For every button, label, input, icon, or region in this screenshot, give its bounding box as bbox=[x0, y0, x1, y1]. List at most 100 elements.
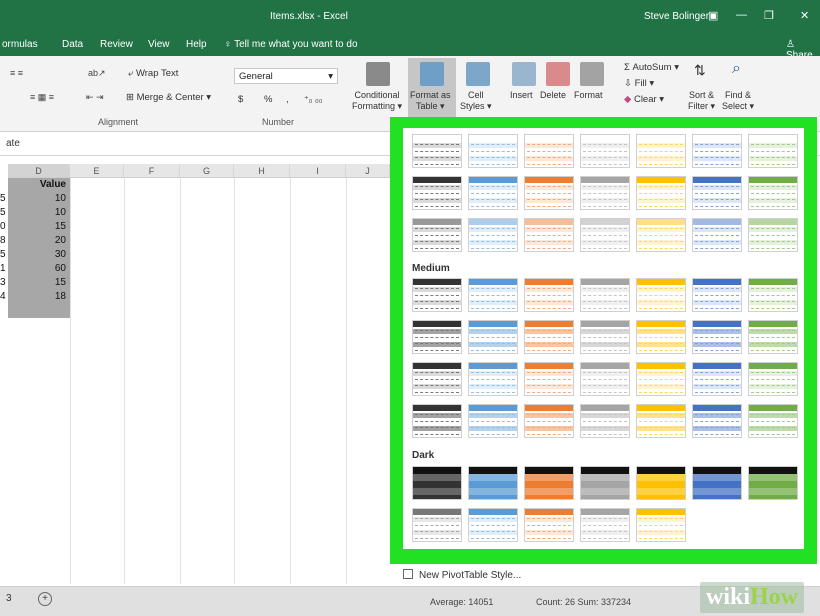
table-style-swatch[interactable] bbox=[748, 320, 798, 354]
table-style-swatch[interactable] bbox=[692, 320, 742, 354]
table-style-swatch[interactable] bbox=[580, 278, 630, 312]
currency-button[interactable]: $ bbox=[238, 94, 243, 105]
table-style-swatch[interactable] bbox=[636, 466, 686, 500]
column-header-j[interactable]: J bbox=[346, 164, 390, 178]
tab-help[interactable]: Help bbox=[186, 39, 207, 50]
table-style-swatch[interactable] bbox=[748, 218, 798, 252]
format-as-table-icon[interactable] bbox=[420, 62, 444, 86]
percent-button[interactable]: % bbox=[264, 94, 272, 105]
number-format-select[interactable]: General ▾ bbox=[234, 68, 338, 84]
table-style-swatch[interactable] bbox=[580, 218, 630, 252]
table-style-swatch[interactable] bbox=[412, 508, 462, 542]
table-style-swatch[interactable] bbox=[580, 320, 630, 354]
table-style-swatch[interactable] bbox=[692, 362, 742, 396]
table-style-swatch[interactable] bbox=[580, 508, 630, 542]
table-header-cell[interactable]: Value bbox=[8, 178, 70, 192]
table-style-swatch[interactable] bbox=[524, 362, 574, 396]
table-style-swatch[interactable] bbox=[748, 466, 798, 500]
decimal-icon[interactable]: ⁺₀ ₀₀ bbox=[304, 94, 322, 105]
table-style-swatch[interactable] bbox=[412, 404, 462, 438]
autosum-button[interactable]: Σ AutoSum ▾ bbox=[624, 62, 679, 73]
table-style-swatch[interactable] bbox=[636, 362, 686, 396]
table-style-swatch[interactable] bbox=[692, 176, 742, 210]
clear-button[interactable]: ◆ Clear ▾ bbox=[624, 94, 664, 105]
sheet-tab[interactable]: 3 bbox=[6, 593, 12, 604]
table-style-swatch[interactable] bbox=[692, 218, 742, 252]
table-style-swatch[interactable] bbox=[524, 134, 574, 168]
table-style-swatch[interactable] bbox=[468, 278, 518, 312]
table-style-swatch[interactable] bbox=[524, 320, 574, 354]
value-cell[interactable]: 18 bbox=[8, 290, 70, 304]
tab-data[interactable]: Data bbox=[62, 39, 83, 50]
table-style-swatch[interactable] bbox=[412, 466, 462, 500]
table-style-swatch[interactable] bbox=[468, 508, 518, 542]
table-style-swatch[interactable] bbox=[524, 508, 574, 542]
cell-styles-button[interactable]: Cell Styles ▾ bbox=[460, 90, 492, 112]
value-cell[interactable]: 20 bbox=[8, 234, 70, 248]
table-style-swatch[interactable] bbox=[580, 176, 630, 210]
table-style-swatch[interactable] bbox=[580, 466, 630, 500]
wrap-text-button[interactable]: ⤶ Wrap Text bbox=[128, 68, 178, 79]
table-style-swatch[interactable] bbox=[468, 404, 518, 438]
new-pivot-style-item[interactable]: New PivotTable Style... bbox=[403, 569, 623, 587]
table-style-swatch[interactable] bbox=[412, 134, 462, 168]
search-icon[interactable]: ⌕ bbox=[732, 60, 741, 78]
sort-filter-button[interactable]: Sort & Filter ▾ bbox=[688, 90, 715, 112]
table-style-swatch[interactable] bbox=[412, 320, 462, 354]
column-header-h[interactable]: H bbox=[234, 164, 290, 178]
table-style-swatch[interactable] bbox=[412, 278, 462, 312]
ribbon-display-icon[interactable]: ▣ bbox=[708, 9, 718, 22]
value-cell[interactable]: 60 bbox=[8, 262, 70, 276]
table-style-swatch[interactable] bbox=[636, 278, 686, 312]
table-style-swatch[interactable] bbox=[468, 134, 518, 168]
table-style-swatch[interactable] bbox=[412, 362, 462, 396]
insert-cells-icon[interactable] bbox=[512, 62, 536, 86]
conditional-formatting-icon[interactable] bbox=[366, 62, 390, 86]
value-cell[interactable]: 30 bbox=[8, 248, 70, 262]
tell-me-search[interactable]: ♀ Tell me what you want to do bbox=[224, 39, 358, 50]
table-style-swatch[interactable] bbox=[524, 176, 574, 210]
table-style-swatch[interactable] bbox=[748, 134, 798, 168]
value-cell[interactable]: 15 bbox=[8, 276, 70, 290]
restore-icon[interactable]: ❐ bbox=[764, 9, 774, 22]
table-style-swatch[interactable] bbox=[748, 404, 798, 438]
table-style-swatch[interactable] bbox=[468, 176, 518, 210]
column-header-e[interactable]: E bbox=[70, 164, 124, 178]
table-style-swatch[interactable] bbox=[580, 404, 630, 438]
insert-button[interactable]: Insert bbox=[510, 90, 533, 101]
table-style-swatch[interactable] bbox=[692, 466, 742, 500]
table-style-swatch[interactable] bbox=[636, 404, 686, 438]
tab-view[interactable]: View bbox=[148, 39, 170, 50]
column-header-i[interactable]: I bbox=[290, 164, 346, 178]
tab-formulas[interactable]: ormulas bbox=[2, 39, 38, 50]
user-name[interactable]: Steve Bolinger bbox=[644, 11, 709, 22]
table-style-swatch[interactable] bbox=[748, 176, 798, 210]
format-cells-icon[interactable] bbox=[580, 62, 604, 86]
table-style-swatch[interactable] bbox=[412, 218, 462, 252]
sort-filter-icon[interactable]: ⇅ bbox=[694, 62, 706, 79]
fill-button[interactable]: ⇩ Fill ▾ bbox=[624, 78, 654, 89]
find-select-button[interactable]: Find & Select ▾ bbox=[722, 90, 754, 112]
table-style-swatch[interactable] bbox=[468, 320, 518, 354]
value-cell[interactable]: 10 bbox=[8, 192, 70, 206]
add-sheet-icon[interactable]: + bbox=[38, 592, 52, 606]
align-center-icon[interactable]: ≡ ▦ ≡ bbox=[30, 92, 54, 103]
comma-button[interactable]: , bbox=[286, 94, 289, 105]
value-cell[interactable]: 10 bbox=[8, 206, 70, 220]
value-cell[interactable]: 15 bbox=[8, 220, 70, 234]
table-style-swatch[interactable] bbox=[748, 278, 798, 312]
tab-review[interactable]: Review bbox=[100, 39, 133, 50]
table-style-swatch[interactable] bbox=[524, 404, 574, 438]
delete-cells-icon[interactable] bbox=[546, 62, 570, 86]
delete-button[interactable]: Delete bbox=[540, 90, 566, 101]
format-button[interactable]: Format bbox=[574, 90, 603, 101]
cell-styles-icon[interactable] bbox=[466, 62, 490, 86]
table-style-swatch[interactable] bbox=[412, 176, 462, 210]
table-style-swatch[interactable] bbox=[468, 362, 518, 396]
indent-icon[interactable]: ⇤ ⇥ bbox=[86, 92, 104, 103]
table-style-swatch[interactable] bbox=[692, 134, 742, 168]
column-header-g[interactable]: G bbox=[180, 164, 234, 178]
orientation-icon[interactable]: ab↗ bbox=[88, 68, 106, 79]
table-style-swatch[interactable] bbox=[524, 218, 574, 252]
table-style-swatch[interactable] bbox=[468, 466, 518, 500]
